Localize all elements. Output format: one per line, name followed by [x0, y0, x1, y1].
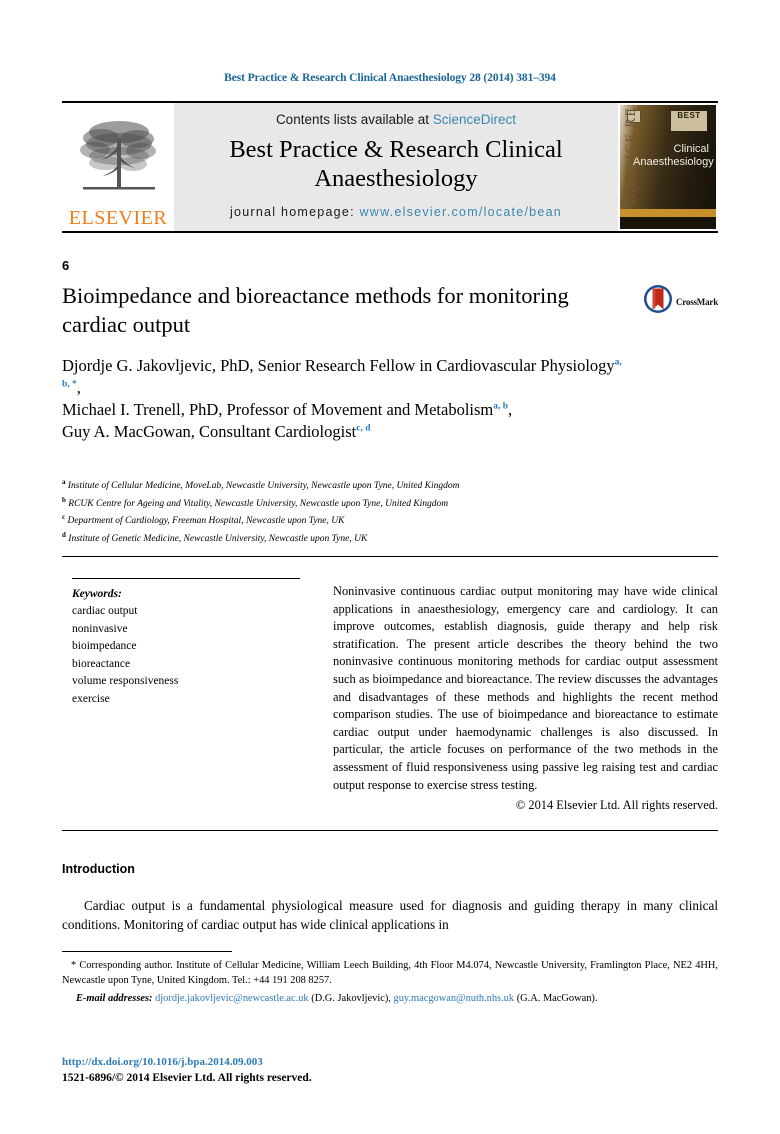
affiliation-item: a Institute of Cellular Medicine, MoveLa… [62, 477, 718, 495]
issn-copyright-line: 1521-6896/© 2014 Elsevier Ltd. All right… [62, 1072, 312, 1084]
author-entry: Djordje G. Jakovljevic, PhD, Senior Rese… [62, 355, 622, 399]
journal-homepage-line: journal homepage: www.elsevier.com/locat… [230, 205, 562, 219]
affiliation-item: b RCUK Centre for Ageing and Vitality, N… [62, 495, 718, 513]
elsevier-logo: ELSEVIER [62, 103, 174, 231]
contents-lists-line: Contents lists available at ScienceDirec… [276, 112, 516, 127]
running-head: Best Practice & Research Clinical Anaest… [224, 72, 556, 84]
keywords-top-rule [72, 578, 300, 579]
homepage-prefix: journal homepage: [230, 205, 360, 220]
title-row: Bioimpedance and bioreactance methods fo… [62, 282, 718, 339]
journal-title-line-2: Anaesthesiology [314, 164, 478, 192]
author-entry: Michael I. Trenell, PhD, Professor of Mo… [62, 399, 622, 421]
author-entry: Guy A. MacGowan, Consultant Cardiologist… [62, 421, 622, 443]
footnote-rule [62, 951, 232, 952]
article-number: 6 [62, 258, 70, 273]
affiliation-mark: c [62, 513, 66, 522]
journal-title-block: Contents lists available at ScienceDirec… [174, 103, 618, 231]
abstract-text: Noninvasive continuous cardiac output mo… [333, 584, 718, 792]
corresponding-author-mark: * [71, 960, 77, 971]
cover-stripe [620, 209, 716, 217]
contents-prefix: Contents lists available at [275, 112, 433, 127]
abstract-bottom-rule [62, 830, 718, 831]
author-affiliation-marks: c, d [356, 423, 371, 434]
author-list: Djordje G. Jakovljevic, PhD, Senior Rese… [62, 355, 622, 443]
crossmark-label: CrossMark [675, 296, 718, 307]
keywords-block: Keywords: cardiac output noninvasive bio… [72, 586, 302, 708]
doi-link[interactable]: http://dx.doi.org/10.1016/j.bpa.2014.09.… [62, 1056, 263, 1068]
affiliation-text: RCUK Centre for Ageing and Vitality, New… [68, 498, 449, 509]
journal-title-line-1: Best Practice & Research Clinical [229, 136, 563, 163]
email-addresses-label: E-mail addresses: [76, 993, 153, 1005]
email-owner-2: (G.A. MacGowan). [516, 993, 598, 1005]
cover-title-line-1: Clinical [673, 143, 709, 155]
keyword-item: noninvasive [72, 622, 128, 635]
email-link-author-1[interactable]: djordje.jakovljevic@newcastle.ac.uk [155, 993, 309, 1004]
journal-cover-thumbnail[interactable]: PRACTICE RESEARCH BEST Clinical Anaesthe… [618, 103, 718, 231]
body-paragraph: Cardiac output is a fundamental physiolo… [62, 898, 718, 933]
affiliation-mark: d [62, 530, 66, 539]
keyword-item: exercise [72, 692, 110, 705]
affiliation-text: Institute of Genetic Medicine, Newcastle… [68, 533, 368, 544]
affiliation-text: Institute of Cellular Medicine, MoveLab,… [67, 481, 460, 492]
section-heading-introduction: Introduction [62, 862, 135, 876]
corresponding-author-note: * Corresponding author. Institute of Cel… [62, 958, 718, 988]
elsevier-tree-icon [75, 116, 161, 207]
keywords-heading: Keywords: [72, 588, 122, 600]
affiliation-item: c Department of Cardiology, Freeman Hosp… [62, 512, 718, 530]
affiliation-item: d Institute of Genetic Medicine, Newcast… [62, 530, 718, 548]
email-addresses-note: E-mail addresses: djordje.jakovljevic@ne… [62, 991, 718, 1006]
affiliation-text: Department of Cardiology, Freeman Hospit… [67, 516, 345, 527]
affiliation-list: a Institute of Cellular Medicine, MoveLa… [62, 477, 718, 547]
cover-artwork: PRACTICE RESEARCH BEST Clinical Anaesthe… [620, 105, 716, 229]
author-name: Guy A. MacGowan, Consultant Cardiologist [62, 421, 357, 441]
keyword-item: cardiac output [72, 605, 138, 618]
journal-masthead: ELSEVIER Contents lists available at Sci… [62, 101, 718, 233]
author-affiliation-marks: a, b [493, 401, 509, 412]
journal-article-first-page: Best Practice & Research Clinical Anaest… [0, 0, 780, 1134]
author-name: Djordje G. Jakovljevic, PhD, Senior Rese… [62, 356, 615, 375]
email-owner-1: (D.G. Jakovljevic), [311, 993, 391, 1005]
affiliation-mark: b [62, 495, 66, 504]
abstract-block: Noninvasive continuous cardiac output mo… [333, 583, 718, 815]
cover-series-badge: BEST [671, 111, 707, 131]
crossmark-icon [643, 284, 673, 319]
author-separator: , [76, 377, 81, 397]
footnote-block: * Corresponding author. Institute of Cel… [62, 958, 718, 1006]
keyword-item: volume responsiveness [72, 675, 179, 688]
cover-bottom-band [620, 217, 716, 229]
corresponding-author-text: Corresponding author. Institute of Cellu… [62, 960, 718, 987]
journal-homepage-link[interactable]: www.elsevier.com/locate/bean [360, 205, 562, 219]
keyword-item: bioreactance [72, 657, 131, 670]
elsevier-wordmark: ELSEVIER [68, 207, 168, 229]
cover-title-line-2: Anaesthesiology [633, 156, 714, 168]
cover-title: Clinical Anaesthesiology [633, 143, 714, 169]
journal-title: Best Practice & Research Clinical Anaest… [229, 136, 562, 193]
abstract-copyright: © 2014 Elsevier Ltd. All rights reserved… [515, 798, 718, 813]
abstract-top-rule [62, 556, 718, 557]
page-title: Bioimpedance and bioreactance methods fo… [62, 283, 569, 337]
cover-badge-top: BEST [677, 111, 701, 120]
sciencedirect-link[interactable]: ScienceDirect [433, 112, 516, 127]
affiliation-mark: a [62, 478, 66, 486]
crossmark-badge[interactable]: CrossMark [643, 284, 718, 319]
author-name: Michael I. Trenell, PhD, Professor of Mo… [62, 399, 494, 419]
email-link-author-2[interactable]: guy.macgowan@nuth.nhs.uk [394, 993, 515, 1004]
keyword-item: bioimpedance [72, 640, 137, 653]
author-separator: , [508, 399, 513, 419]
